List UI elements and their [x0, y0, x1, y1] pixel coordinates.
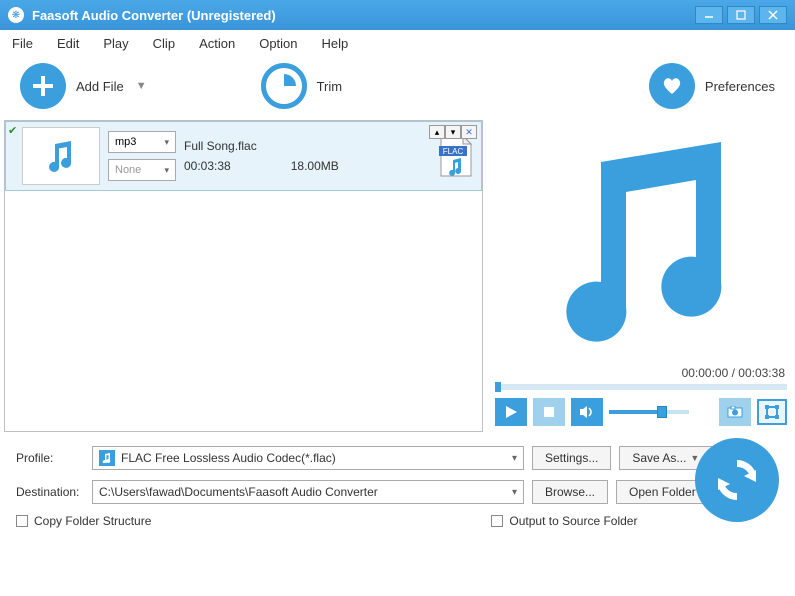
destination-label: Destination:	[16, 485, 84, 499]
app-icon: ❋	[8, 7, 24, 23]
flac-badge-text: FLAC	[443, 147, 464, 156]
audio-format-icon	[99, 450, 115, 466]
checkbox-icon	[491, 515, 503, 527]
profile-value: FLAC Free Lossless Audio Codec(*.flac)	[121, 451, 336, 465]
browse-button[interactable]: Browse...	[532, 480, 608, 504]
menu-help[interactable]: Help	[322, 36, 349, 51]
window-title: Faasoft Audio Converter (Unregistered)	[32, 8, 691, 23]
toolbar: Add File ▼ Trim Preferences	[0, 56, 795, 116]
chevron-down-icon: ▾	[164, 165, 169, 176]
volume-knob[interactable]	[657, 406, 667, 418]
trim-button[interactable]: Trim	[261, 63, 343, 109]
refresh-icon	[709, 452, 765, 508]
file-thumbnail	[22, 127, 100, 185]
clock-icon	[261, 63, 307, 109]
heart-icon	[649, 63, 695, 109]
volume-button[interactable]	[571, 398, 603, 426]
bottom-panel: Profile: FLAC Free Lossless Audio Codec(…	[0, 436, 795, 538]
menu-play[interactable]: Play	[103, 36, 128, 51]
minimize-button[interactable]	[695, 6, 723, 24]
preview-time: 00:00:00 / 00:03:38	[491, 364, 791, 382]
file-item[interactable]: ✔ mp3 ▾ None ▾ Full Song.flac 00:03:38 1…	[5, 121, 482, 191]
titlebar: ❋ Faasoft Audio Converter (Unregistered)	[0, 0, 795, 30]
profile-select[interactable]: FLAC Free Lossless Audio Codec(*.flac) ▾	[92, 446, 524, 470]
close-button[interactable]	[759, 6, 787, 24]
file-list: ✔ mp3 ▾ None ▾ Full Song.flac 00:03:38 1…	[4, 120, 483, 432]
preview-panel: 00:00:00 / 00:03:38	[491, 120, 791, 432]
seek-thumb[interactable]	[495, 382, 501, 392]
preferences-label: Preferences	[705, 79, 775, 94]
file-duration: 00:03:38	[184, 159, 231, 173]
file-info: Full Song.flac 00:03:38 18.00MB	[176, 135, 437, 177]
destination-value: C:\Users\fawad\Documents\Faasoft Audio C…	[99, 485, 378, 499]
copy-folder-structure-checkbox[interactable]: Copy Folder Structure	[16, 514, 151, 528]
profile-row: Profile: FLAC Free Lossless Audio Codec(…	[16, 446, 779, 470]
expand-button[interactable]: ▾	[445, 125, 461, 139]
file-item-actions: ▴ ▾ ✕	[429, 125, 477, 139]
copy-structure-label: Copy Folder Structure	[34, 514, 151, 528]
checkbox-icon	[16, 515, 28, 527]
chevron-down-icon: ▼	[136, 80, 147, 92]
trim-label: Trim	[317, 79, 343, 94]
music-note-icon	[531, 132, 751, 352]
flac-file-icon: FLAC	[437, 134, 473, 178]
menu-action[interactable]: Action	[199, 36, 235, 51]
destination-row: Destination: C:\Users\fawad\Documents\Fa…	[16, 480, 779, 504]
convert-button[interactable]	[695, 438, 779, 522]
format-value: mp3	[115, 136, 136, 148]
file-name: Full Song.flac	[184, 139, 429, 153]
volume-slider[interactable]	[609, 410, 689, 414]
add-file-button[interactable]: Add File ▼	[20, 63, 147, 109]
output-src-label: Output to Source Folder	[509, 514, 637, 528]
snapshot-button[interactable]	[719, 398, 751, 426]
stop-button[interactable]	[533, 398, 565, 426]
destination-field[interactable]: C:\Users\fawad\Documents\Faasoft Audio C…	[92, 480, 524, 504]
window-controls	[691, 6, 787, 24]
preferences-button[interactable]: Preferences	[649, 63, 775, 109]
preview-canvas	[491, 120, 791, 364]
remove-button[interactable]: ✕	[461, 125, 477, 139]
check-icon[interactable]: ✔	[8, 124, 20, 136]
chevron-down-icon: ▾	[512, 453, 517, 464]
maximize-button[interactable]	[727, 6, 755, 24]
chevron-down-icon: ▾	[512, 487, 517, 498]
menu-option[interactable]: Option	[259, 36, 297, 51]
preview-controls	[491, 392, 791, 432]
menu-file[interactable]: File	[12, 36, 33, 51]
menubar: File Edit Play Clip Action Option Help	[0, 30, 795, 56]
effect-value: None	[115, 164, 141, 176]
seek-slider[interactable]	[495, 384, 787, 390]
menu-clip[interactable]: Clip	[153, 36, 175, 51]
collapse-button[interactable]: ▴	[429, 125, 445, 139]
settings-button[interactable]: Settings...	[532, 446, 611, 470]
checkbox-row: Copy Folder Structure Output to Source F…	[16, 514, 779, 528]
profile-label: Profile:	[16, 451, 84, 465]
play-button[interactable]	[495, 398, 527, 426]
file-item-controls: mp3 ▾ None ▾	[108, 131, 176, 181]
fullscreen-button[interactable]	[757, 399, 787, 425]
chevron-down-icon: ▾	[164, 137, 169, 148]
format-select[interactable]: mp3 ▾	[108, 131, 176, 153]
main-area: ✔ mp3 ▾ None ▾ Full Song.flac 00:03:38 1…	[0, 116, 795, 436]
plus-icon	[20, 63, 66, 109]
output-source-folder-checkbox[interactable]: Output to Source Folder	[491, 514, 637, 528]
file-size: 18.00MB	[291, 159, 339, 173]
add-file-label: Add File	[76, 79, 124, 94]
menu-edit[interactable]: Edit	[57, 36, 79, 51]
effect-select[interactable]: None ▾	[108, 159, 176, 181]
